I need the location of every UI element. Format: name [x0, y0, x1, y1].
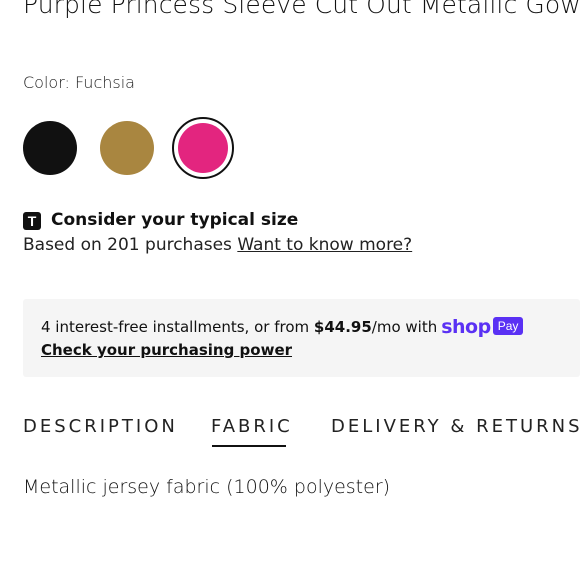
size-purchases-line: Based on 201 purchases Want to know more… — [23, 235, 412, 255]
check-purchasing-power-link[interactable]: Check your purchasing power — [41, 341, 292, 359]
size-heading: Consider your typical size — [51, 210, 299, 230]
shop-logo-icon: shop — [441, 316, 491, 338]
tab-delivery-returns[interactable]: DELIVERY & RETURNS — [331, 416, 580, 437]
color-label: Color: Fuchsia — [23, 73, 135, 92]
true-fit-icon: T — [23, 212, 41, 230]
product-title: Purple Princess Sleeve Cut Out Metallic … — [23, 0, 580, 19]
swatch-fuchsia-selected[interactable] — [172, 117, 234, 179]
shoppay-installments-banner: 4 interest-free installments, or from $4… — [23, 299, 580, 377]
swatch-black[interactable] — [23, 121, 77, 175]
size-based-on: Based on 201 purchases — [23, 235, 238, 255]
product-info-tabs: DESCRIPTION FABRIC DELIVERY & RETURNS — [0, 416, 580, 452]
installments-text: 4 interest-free installments, or from $4… — [41, 316, 524, 338]
want-to-know-more-link[interactable]: Want to know more? — [237, 235, 412, 255]
tab-fabric[interactable]: FABRIC — [211, 416, 293, 437]
tab-description[interactable]: DESCRIPTION — [23, 416, 178, 437]
swatch-gold[interactable] — [100, 121, 154, 175]
installment-amount: $44.95 — [313, 318, 372, 336]
active-tab-indicator — [212, 445, 286, 447]
installments-prefix: 4 interest-free installments, or from — [41, 318, 314, 336]
fabric-description: Metallic jersey fabric (100% polyester) — [23, 476, 391, 498]
swatch-fuchsia-fill — [178, 123, 228, 173]
pay-badge-icon: Pay — [492, 317, 524, 335]
installments-suffix: /mo with — [371, 318, 438, 336]
